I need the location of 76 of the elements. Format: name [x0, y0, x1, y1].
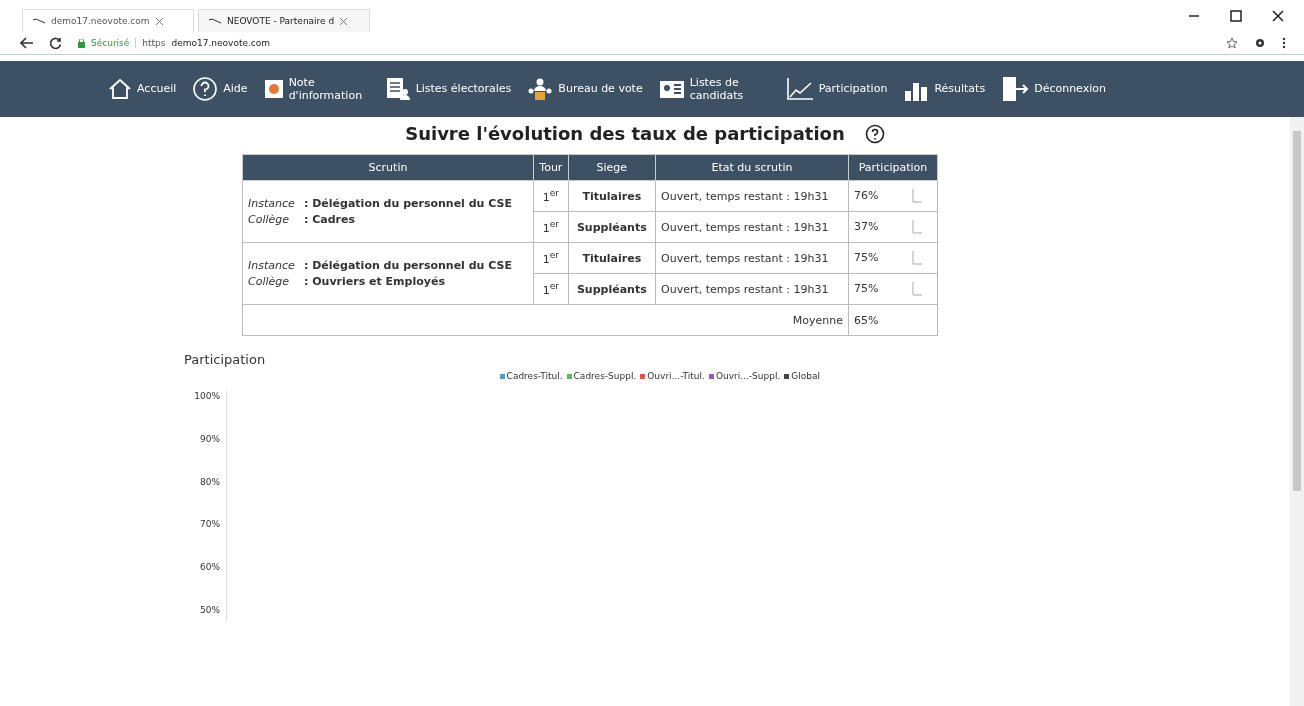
maximize-icon[interactable] [1230, 10, 1242, 22]
nav-link[interactable]: Listes électorales [384, 77, 512, 101]
axis-label: 100% [194, 391, 220, 401]
page-title: Suivre l'évolution des taux de participation [405, 123, 845, 144]
table-cell: Ouvert, temps restant : 19h31 [655, 180, 849, 212]
field-value: : Délégation du personnel du CSE [304, 259, 512, 272]
table-cell: 1$^{er}$ [533, 273, 569, 305]
table-cell: Suppléants [568, 273, 656, 305]
nav-link[interactable]: Résultats [903, 77, 986, 101]
field-label: Instance [248, 197, 296, 210]
axis-label: 80% [200, 476, 220, 487]
people-ballot-icon [527, 77, 554, 101]
nav-link[interactable]: Note d'information [263, 75, 369, 103]
table-cell: 75% [854, 251, 879, 264]
site-icon [33, 18, 45, 24]
axis-label: 90% [200, 433, 220, 444]
average-value: 65% [854, 313, 879, 327]
star-icon[interactable] [1226, 37, 1238, 49]
table-cell: 37% [854, 220, 879, 233]
nav-link[interactable]: Accueil [108, 78, 177, 100]
back-arrow-icon[interactable] [20, 37, 34, 49]
list-person-icon [384, 77, 411, 101]
legend-label: Cadres-Suppl. [573, 371, 637, 381]
browser-tab[interactable]: demo17.neovote.com [22, 9, 194, 32]
table-cell: Suppléants [568, 211, 656, 243]
extension-icon[interactable] [1254, 37, 1266, 49]
table-cell: 1$^{er}$ [533, 242, 569, 274]
chart-title: Participation [184, 352, 267, 367]
field-value: : Cadres [304, 213, 356, 226]
field-value: : Ouvriers et Employés [304, 275, 445, 288]
column-header: Tour [533, 154, 569, 181]
column-header: Participation [848, 154, 938, 181]
column-header: Scrutin [242, 154, 534, 181]
nav-link[interactable]: Participation [785, 77, 888, 101]
table-cell: Ouvert, temps restant : 19h31 [655, 273, 849, 305]
browser-tab[interactable]: NEOVOTE - Partenaire d [198, 9, 370, 32]
nav-link[interactable]: Déconnexion [1001, 76, 1106, 102]
table-cell: Titulaires [568, 242, 656, 274]
document-icon [263, 78, 284, 100]
nav-link[interactable]: Listes de candidats [658, 75, 770, 103]
column-header: Etat du scrutin [655, 154, 849, 181]
address-field[interactable]: Sécurisé https demo17.neovote.com [78, 38, 1210, 48]
table-cell: 75% [854, 282, 879, 295]
axis-label: 60% [200, 562, 220, 573]
table-cell: 1$^{er}$ [533, 211, 569, 243]
average-label: Moyenne [792, 313, 843, 327]
legend-label: Ouvri...-Titul. [647, 371, 705, 381]
legend-label: Cadres-Titul. [506, 371, 563, 381]
more-icon[interactable] [1282, 37, 1286, 49]
column-header: Siege [568, 154, 656, 181]
legend-label: Ouvri...-Suppl. [715, 371, 781, 381]
axis-label: 50% [200, 605, 220, 615]
reload-icon[interactable] [50, 37, 62, 49]
house-icon [108, 78, 132, 100]
help-icon[interactable] [864, 123, 885, 144]
field-label: Collège [248, 213, 291, 226]
table-cell: 76% [854, 189, 879, 202]
lock-icon [78, 38, 85, 48]
field-value: : Délégation du personnel du CSE [304, 197, 512, 210]
exit-door-icon [1001, 76, 1030, 102]
table-cell: Ouvert, temps restant : 19h31 [655, 242, 849, 274]
field-label: Instance [248, 259, 296, 272]
line-chart-icon [785, 77, 814, 101]
axis-label: 70% [200, 519, 220, 530]
id-card-icon [658, 78, 685, 100]
field-label: Collège [248, 275, 291, 288]
help-icon [192, 76, 219, 102]
table-cell: Titulaires [568, 180, 656, 212]
close-icon[interactable] [1272, 10, 1284, 22]
nav-link[interactable]: Bureau de vote [527, 77, 643, 101]
table-cell: Ouvert, temps restant : 19h31 [655, 211, 849, 243]
table-cell: 1$^{er}$ [533, 180, 569, 212]
legend-label: Global [791, 371, 820, 381]
site-icon [209, 18, 221, 24]
nav-link[interactable]: Aide [192, 76, 248, 102]
scrollbar[interactable] [1290, 117, 1304, 706]
